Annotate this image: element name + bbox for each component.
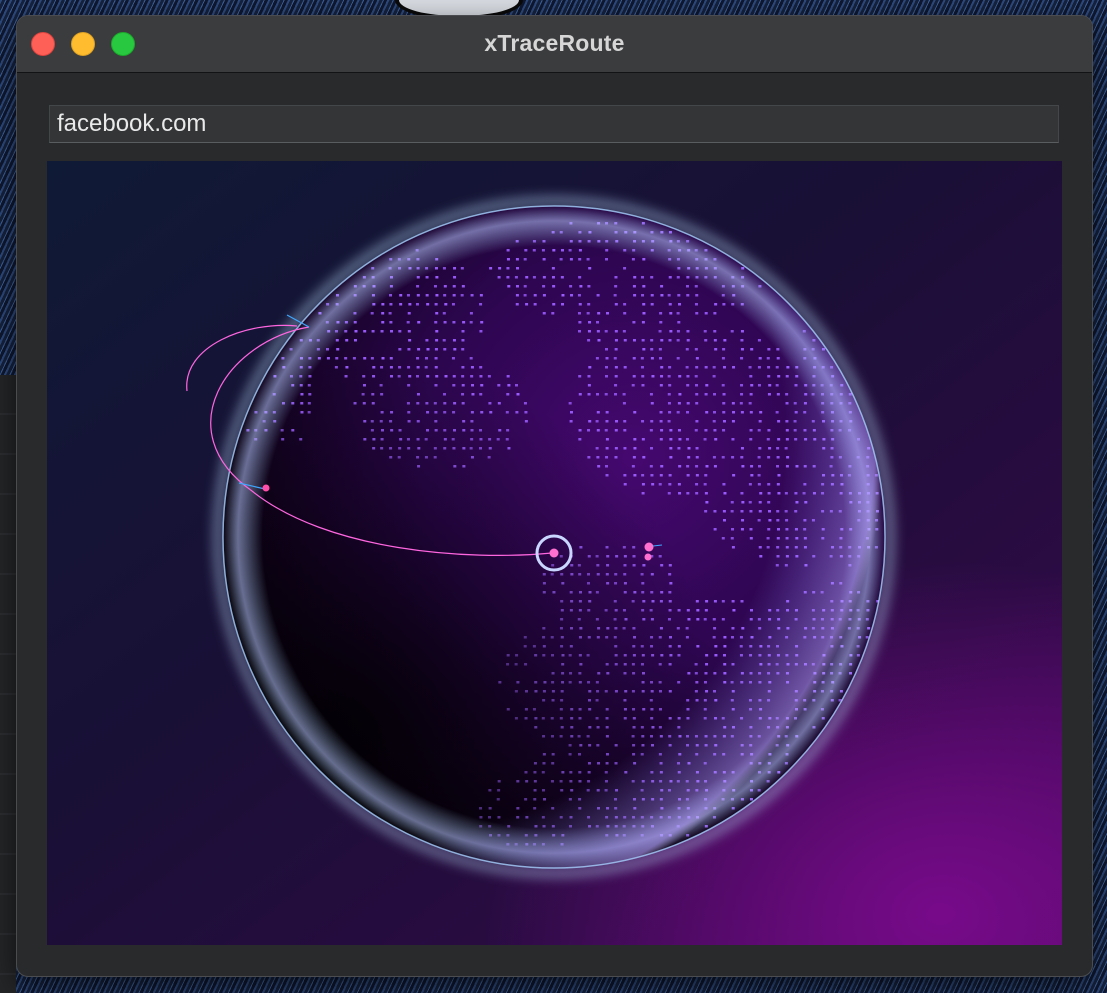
window-title: xTraceRoute: [484, 30, 625, 56]
origin-marker: [549, 548, 559, 558]
app-window: xTraceRoute: [16, 15, 1093, 977]
globe-view[interactable]: [47, 161, 1062, 945]
hostname-input[interactable]: [49, 105, 1059, 143]
title-bar[interactable]: xTraceRoute: [17, 16, 1092, 73]
hop-marker: [644, 542, 654, 552]
globe-canvas[interactable]: [47, 161, 1062, 945]
hop-marker: [262, 484, 270, 492]
hop-marker: [644, 553, 652, 561]
background-window-edge: [0, 375, 16, 993]
